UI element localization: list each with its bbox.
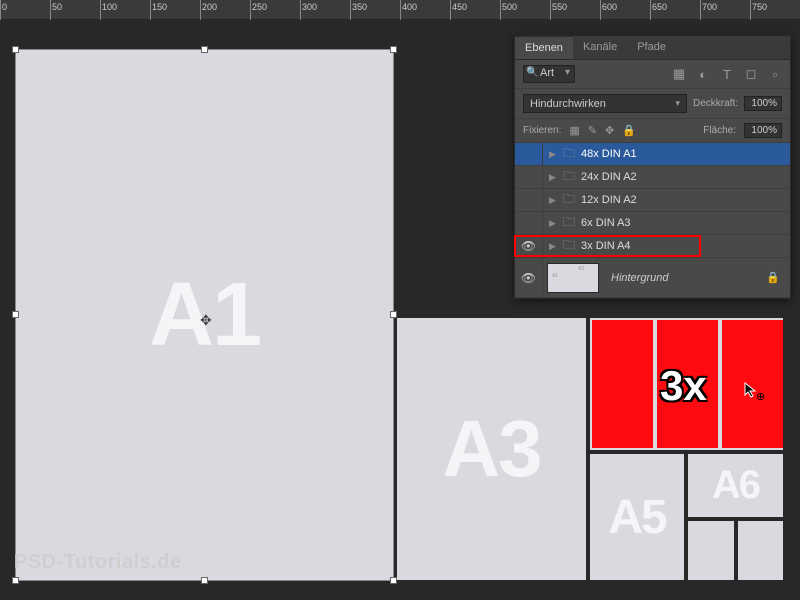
folder-icon: 🗀 xyxy=(563,213,575,234)
selection-handle[interactable] xyxy=(12,311,19,318)
artboard-label: A3 xyxy=(442,403,540,495)
artboard-label: A6 xyxy=(712,463,759,508)
layer-item[interactable]: 👁 ▶ 🗀 3x DIN A4 xyxy=(515,235,790,258)
visibility-toggle[interactable] xyxy=(515,212,543,234)
layer-item[interactable]: ▶ 🗀 48x DIN A1 xyxy=(515,143,790,166)
visibility-toggle[interactable]: 👁 xyxy=(515,235,543,257)
lock-label: Fixieren: xyxy=(523,125,561,136)
selection-handle[interactable] xyxy=(12,577,19,584)
layers-panel[interactable]: Ebenen Kanäle Pfade Art ▦ ◐ T ◻ ▫ Hindur… xyxy=(514,35,791,299)
a4-block[interactable] xyxy=(722,320,783,448)
filter-smart-icon[interactable]: ▫ xyxy=(768,67,782,81)
layer-name: 24x DIN A2 xyxy=(581,171,637,183)
artboard-small[interactable] xyxy=(738,521,783,580)
filter-pixel-icon[interactable]: ▦ xyxy=(672,67,686,81)
layer-name: 3x DIN A4 xyxy=(581,240,631,252)
filter-type-select[interactable]: Art xyxy=(523,65,575,83)
layer-thumbnail[interactable]: A1 A2 xyxy=(547,263,599,293)
folder-icon: 🗀 xyxy=(563,190,575,211)
folder-icon: 🗀 xyxy=(563,144,575,165)
selection-handle[interactable] xyxy=(390,46,397,53)
lock-pixels-icon[interactable]: ✎ xyxy=(588,124,597,137)
fill-label: Fläche: xyxy=(703,125,736,136)
filter-adjustment-icon[interactable]: ◐ xyxy=(696,67,710,81)
lock-icon[interactable]: 🔒 xyxy=(766,271,780,284)
layer-name: 6x DIN A3 xyxy=(581,217,631,229)
filter-shape-icon[interactable]: ◻ xyxy=(744,67,758,81)
background-layer[interactable]: 👁 A1 A2 Hintergrund 🔒 xyxy=(515,258,790,298)
selection-handle[interactable] xyxy=(12,46,19,53)
horizontal-ruler: 0501001502002503003504004505005506006507… xyxy=(0,0,800,20)
a4-group[interactable]: 3x xyxy=(592,320,783,448)
tab-paths[interactable]: Pfade xyxy=(627,36,676,59)
visibility-toggle[interactable]: 👁 xyxy=(515,258,543,298)
watermark: PSD-Tutorials.de xyxy=(14,551,182,574)
fill-input[interactable]: 100% xyxy=(744,123,782,138)
a4-overlay-label: 3x xyxy=(660,362,707,410)
artboard-a6[interactable]: A6 xyxy=(688,454,783,517)
selection-handle[interactable] xyxy=(201,46,208,53)
artboard-small[interactable] xyxy=(688,521,734,580)
visibility-toggle[interactable] xyxy=(515,166,543,188)
blend-row: Hindurchwirken▾ Deckkraft: 100% xyxy=(515,89,790,119)
layer-item[interactable]: ▶ 🗀 12x DIN A2 xyxy=(515,189,790,212)
selection-handle[interactable] xyxy=(390,577,397,584)
layer-list: ▶ 🗀 48x DIN A1 ▶ 🗀 24x DIN A2 ▶ 🗀 12x DIN A2 ▶… xyxy=(515,143,790,298)
panel-tabs: Ebenen Kanäle Pfade xyxy=(515,36,790,60)
tab-layers[interactable]: Ebenen xyxy=(515,36,573,59)
artboard-label: A5 xyxy=(608,490,665,545)
disclosure-icon[interactable]: ▶ xyxy=(549,195,557,206)
tab-channels[interactable]: Kanäle xyxy=(573,36,627,59)
disclosure-icon[interactable]: ▶ xyxy=(549,218,557,229)
artboard-a5[interactable]: A5 xyxy=(590,454,684,580)
layer-name: 48x DIN A1 xyxy=(581,148,637,160)
opacity-input[interactable]: 100% xyxy=(744,96,782,111)
visibility-toggle[interactable] xyxy=(515,189,543,211)
layer-item[interactable]: ▶ 🗀 24x DIN A2 xyxy=(515,166,790,189)
blend-mode-select[interactable]: Hindurchwirken▾ xyxy=(523,94,687,113)
selection-handle[interactable] xyxy=(201,577,208,584)
layer-name: Hintergrund xyxy=(611,272,668,284)
filter-type-icon[interactable]: T xyxy=(720,67,734,81)
lock-transparency-icon[interactable]: ▦ xyxy=(569,124,579,137)
lock-row: Fixieren: ▦ ✎ ✥ 🔒 Fläche: 100% xyxy=(515,119,790,143)
filter-row: Art ▦ ◐ T ◻ ▫ xyxy=(515,60,790,89)
selection-handle[interactable] xyxy=(390,311,397,318)
disclosure-icon[interactable]: ▶ xyxy=(549,172,557,183)
artboard-a3[interactable]: A3 xyxy=(397,318,586,580)
layer-name: 12x DIN A2 xyxy=(581,194,637,206)
artboard-a1[interactable]: A1 ✥ xyxy=(16,50,393,580)
disclosure-icon[interactable]: ▶ xyxy=(549,149,557,160)
disclosure-icon[interactable]: ▶ xyxy=(549,241,557,252)
lock-position-icon[interactable]: ✥ xyxy=(605,124,614,137)
folder-icon: 🗀 xyxy=(563,236,575,257)
folder-icon: 🗀 xyxy=(563,167,575,188)
layer-item[interactable]: ▶ 🗀 6x DIN A3 xyxy=(515,212,790,235)
a4-block[interactable] xyxy=(592,320,653,448)
visibility-toggle[interactable] xyxy=(515,143,543,165)
opacity-label: Deckkraft: xyxy=(693,98,738,109)
artboard-label: A1 xyxy=(149,264,260,367)
lock-all-icon[interactable]: 🔒 xyxy=(622,124,636,137)
